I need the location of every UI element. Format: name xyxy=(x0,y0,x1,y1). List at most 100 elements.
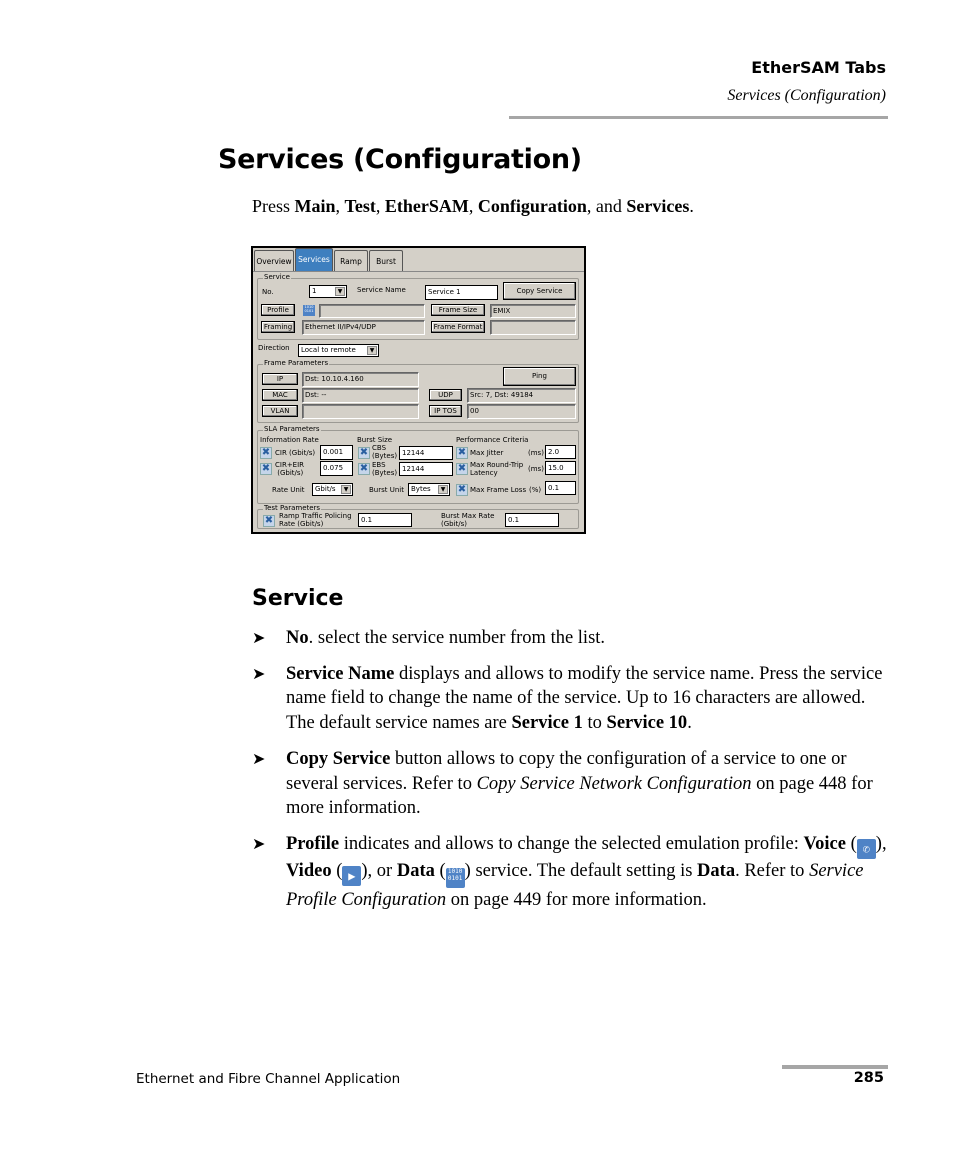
rate-unit-select[interactable]: Gbit/s ▼ xyxy=(312,483,353,496)
performance-criteria-label: Performance Criteria xyxy=(456,436,529,444)
max-frame-loss-unit: (%) xyxy=(529,486,542,494)
ip-value: Dst: 10.10.4.160 xyxy=(302,372,419,387)
burst-unit-value: Bytes xyxy=(411,485,431,493)
ebs-checkbox[interactable]: ✖ xyxy=(358,463,370,475)
text: ), xyxy=(875,833,887,854)
cir-label: CIR (Gbit/s) xyxy=(275,449,316,457)
tab-services[interactable]: Services xyxy=(295,248,333,272)
intro-prefix: Press xyxy=(252,196,295,216)
tab-overview[interactable]: Overview xyxy=(254,250,294,272)
ip-tos-button[interactable]: IP TOS xyxy=(429,405,462,417)
profile-button[interactable]: Profile xyxy=(261,304,295,316)
ping-button[interactable]: Ping xyxy=(503,367,576,386)
term-data-default: Data xyxy=(697,860,736,881)
no-label: No. xyxy=(262,288,274,296)
page-title: Services (Configuration) xyxy=(218,144,582,175)
ebs-label-line1: EBS xyxy=(372,461,386,469)
tab-ramp[interactable]: Ramp xyxy=(334,250,368,272)
term-service-10: Service 10 xyxy=(606,713,688,734)
cir-input[interactable]: 0.001 xyxy=(320,445,353,460)
frame-size-button[interactable]: Frame Size xyxy=(431,304,485,316)
bullet-copy-service-term: Copy Service xyxy=(286,748,391,769)
max-rtl-label-line1: Max Round-Trip xyxy=(470,461,524,469)
chevron-down-icon: ▼ xyxy=(367,346,377,355)
chevron-down-icon: ▼ xyxy=(438,485,448,494)
burst-max-rate-input[interactable]: 0.1 xyxy=(505,513,559,527)
ramp-label-line1: Ramp Traffic Policing xyxy=(279,512,352,520)
ramp-policing-label: Ramp Traffic Policing Rate (Gbit/s) xyxy=(279,512,352,528)
arrow-bullet-icon: ➤ xyxy=(252,833,266,853)
framing-value: Ethernet II/IPv4/UDP xyxy=(302,320,425,335)
max-rtl-unit: (ms) xyxy=(528,465,544,473)
bullet-service-name: ➤ Service Name displays and allows to mo… xyxy=(252,662,892,736)
text: ( xyxy=(434,860,446,881)
copy-service-button[interactable]: Copy Service xyxy=(503,282,576,300)
vlan-button[interactable]: VLAN xyxy=(262,405,298,417)
bullet-service-name-term: Service Name xyxy=(286,663,395,684)
cbs-input[interactable]: 12144 xyxy=(399,446,453,460)
cir-eir-checkbox[interactable]: ✖ xyxy=(260,463,272,475)
service-group-label: Service xyxy=(263,273,291,281)
sep: , xyxy=(335,196,345,216)
direction-label: Direction xyxy=(258,344,290,352)
section-heading-service: Service xyxy=(252,586,344,611)
step-ethersam: EtherSAM xyxy=(384,196,469,216)
direction-select[interactable]: Local to remote ▼ xyxy=(298,344,379,357)
burst-max-label-line1: Burst Max Rate xyxy=(441,512,495,520)
bullet-no-text: . select the service number from the lis… xyxy=(308,628,606,648)
section-subtitle: Services (Configuration) xyxy=(727,87,886,104)
term-service-1: Service 1 xyxy=(511,713,583,734)
data-profile-icon[interactable]: 1010 0101 xyxy=(303,305,315,316)
max-frame-loss-checkbox[interactable]: ✖ xyxy=(456,484,468,496)
copy-service-reference-link[interactable]: Copy Service Network Configuration xyxy=(477,774,752,794)
max-jitter-input[interactable]: 2.0 xyxy=(545,445,576,459)
service-name-label: Service Name xyxy=(357,286,406,294)
cir-eir-input[interactable]: 0.075 xyxy=(320,461,353,476)
text: . Refer to xyxy=(735,860,810,881)
rate-unit-value: Gbit/s xyxy=(315,485,336,493)
step-test: Test xyxy=(344,196,376,216)
service-no-select[interactable]: 1 ▼ xyxy=(309,285,347,298)
bullet-no: ➤ No. select the service number from the… xyxy=(252,626,892,651)
step-services: Services xyxy=(626,196,690,216)
service-name-input[interactable]: Service 1 xyxy=(425,285,498,300)
mac-button[interactable]: MAC xyxy=(262,389,298,401)
header-rule xyxy=(509,116,888,119)
framing-button[interactable]: Framing xyxy=(261,321,295,333)
bullet-profile-term: Profile xyxy=(286,833,340,854)
rate-unit-label: Rate Unit xyxy=(272,486,305,494)
max-rtl-checkbox[interactable]: ✖ xyxy=(456,463,468,475)
service-no-value: 1 xyxy=(312,287,317,295)
frame-format-button[interactable]: Frame Format xyxy=(431,321,485,333)
udp-button[interactable]: UDP xyxy=(429,389,462,401)
ramp-label-line2: Rate (Gbit/s) xyxy=(279,520,324,528)
ip-tos-value: 00 xyxy=(467,404,576,419)
arrow-bullet-icon: ➤ xyxy=(252,748,266,768)
frame-size-value: EMIX xyxy=(490,304,576,318)
cbs-label-line2: (Bytes) xyxy=(372,452,398,460)
text: on page 449 for more information. xyxy=(446,889,707,910)
max-frame-loss-label: Max Frame Loss xyxy=(470,486,527,494)
max-rtl-label-line2: Latency xyxy=(470,469,498,477)
text: ( xyxy=(845,833,857,854)
max-rtl-input[interactable]: 15.0 xyxy=(545,461,576,475)
cbs-checkbox[interactable]: ✖ xyxy=(358,447,370,459)
max-jitter-checkbox[interactable]: ✖ xyxy=(456,447,468,459)
term-data: Data xyxy=(396,860,435,881)
text: ( xyxy=(331,860,343,881)
text: . xyxy=(687,713,692,734)
data-binary-icon: 1010 0101 xyxy=(445,867,465,888)
chevron-down-icon: ▼ xyxy=(341,485,351,494)
ramp-policing-input[interactable]: 0.1 xyxy=(358,513,412,527)
ramp-policing-checkbox[interactable]: ✖ xyxy=(263,515,275,527)
burst-unit-select[interactable]: Bytes ▼ xyxy=(408,483,450,496)
ebs-input[interactable]: 12144 xyxy=(399,462,453,476)
text: ) service. The default setting is xyxy=(464,860,698,881)
max-frame-loss-input[interactable]: 0.1 xyxy=(545,481,576,495)
ip-button[interactable]: IP xyxy=(262,373,298,385)
service-bullets: ➤ No. select the service number from the… xyxy=(252,626,892,924)
term-voice: Voice xyxy=(803,833,846,854)
tab-burst[interactable]: Burst xyxy=(369,250,403,272)
cir-checkbox[interactable]: ✖ xyxy=(260,447,272,459)
frame-parameters-label: Frame Parameters xyxy=(263,359,330,367)
